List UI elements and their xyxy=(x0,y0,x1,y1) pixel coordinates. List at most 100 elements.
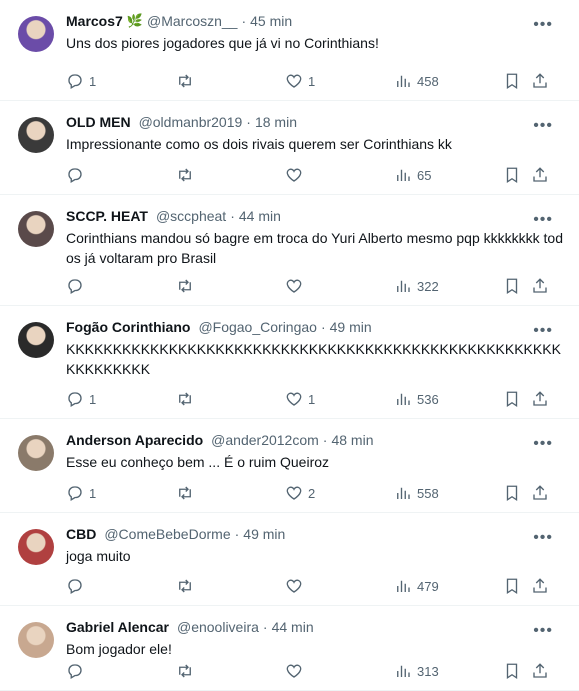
reply-button[interactable]: 1 xyxy=(66,390,96,408)
user-handle[interactable]: @oldmanbr2019 xyxy=(139,113,243,131)
like-button[interactable] xyxy=(285,577,308,595)
bookmark-button[interactable] xyxy=(503,390,521,408)
reply-count: 1 xyxy=(89,73,97,89)
reply-button[interactable] xyxy=(66,577,89,595)
tweet[interactable]: ••• Anderson Aparecido @ander2012com · 4… xyxy=(0,419,579,513)
like-button[interactable] xyxy=(285,662,308,680)
timestamp[interactable]: 44 min xyxy=(239,207,281,225)
avatar[interactable] xyxy=(18,16,54,52)
retweet-icon xyxy=(179,486,191,500)
user-handle[interactable]: @ander2012com xyxy=(211,431,319,449)
display-name[interactable]: Fogão Corinthiano xyxy=(66,318,190,336)
bookmark-icon xyxy=(506,485,518,502)
display-name[interactable]: CBD xyxy=(66,525,96,543)
tweet[interactable]: ••• Marcos7 🌿 @Marcoszn__ · 45 min Uns d… xyxy=(0,0,579,101)
like-button[interactable]: 1 xyxy=(285,390,315,408)
views-button[interactable]: 479 xyxy=(394,577,439,595)
user-handle[interactable]: @ComeBebeDorme xyxy=(104,525,230,543)
more-options-icon[interactable]: ••• xyxy=(533,435,553,453)
tweet[interactable]: ••• Fogão Corinthiano @Fogao_Coringao · … xyxy=(0,306,579,419)
views-button[interactable]: 536 xyxy=(394,390,439,408)
more-options-icon[interactable]: ••• xyxy=(533,16,553,34)
heart-icon xyxy=(286,279,302,293)
views-button[interactable]: 558 xyxy=(394,484,439,502)
bookmark-button[interactable] xyxy=(503,484,521,502)
share-button[interactable] xyxy=(531,577,549,595)
timestamp[interactable]: 45 min xyxy=(250,12,292,30)
retweet-button[interactable] xyxy=(176,662,199,680)
tweet-text: Uns dos piores jogadores que já vi no Co… xyxy=(66,35,379,51)
more-options-icon[interactable]: ••• xyxy=(533,322,553,340)
views-icon xyxy=(397,665,410,677)
heart-icon xyxy=(286,392,302,406)
more-options-icon[interactable]: ••• xyxy=(533,211,553,229)
display-name[interactable]: Marcos7 xyxy=(66,12,123,30)
tweet-text: Corinthians mandou só bagre em troca do … xyxy=(66,230,563,266)
retweet-button[interactable] xyxy=(176,72,199,90)
timestamp[interactable]: 49 min xyxy=(243,525,285,543)
heart-icon xyxy=(286,74,302,88)
tweet[interactable]: ••• SCCP. HEAT @sccpheat · 44 min Corint… xyxy=(0,195,579,306)
share-button[interactable] xyxy=(531,390,549,408)
views-button[interactable]: 458 xyxy=(394,72,439,90)
like-button[interactable] xyxy=(285,166,308,184)
timestamp[interactable]: 48 min xyxy=(331,431,373,449)
share-button[interactable] xyxy=(531,72,549,90)
retweet-button[interactable] xyxy=(176,277,199,295)
retweet-button[interactable] xyxy=(176,390,199,408)
retweet-button[interactable] xyxy=(176,484,199,502)
views-button[interactable]: 313 xyxy=(394,662,439,680)
heart-icon xyxy=(286,486,302,500)
avatar[interactable] xyxy=(18,322,54,358)
bookmark-button[interactable] xyxy=(503,277,521,295)
views-count: 458 xyxy=(417,73,439,89)
user-handle[interactable]: @enooliveira xyxy=(177,618,259,636)
timestamp[interactable]: 18 min xyxy=(255,113,297,131)
timestamp[interactable]: 49 min xyxy=(330,318,372,336)
share-button[interactable] xyxy=(531,484,549,502)
avatar[interactable] xyxy=(18,529,54,565)
user-handle[interactable]: @Fogao_Coringao xyxy=(198,318,317,336)
tweet-actions: 1 1 536 xyxy=(0,390,579,410)
reply-button[interactable]: 1 xyxy=(66,72,96,90)
reply-button[interactable] xyxy=(66,662,89,680)
share-button[interactable] xyxy=(531,277,549,295)
more-options-icon[interactable]: ••• xyxy=(533,529,553,547)
share-button[interactable] xyxy=(531,166,549,184)
reply-button[interactable] xyxy=(66,277,89,295)
tweet[interactable]: ••• OLD MEN @oldmanbr2019 · 18 min Impre… xyxy=(0,101,579,195)
like-button[interactable]: 2 xyxy=(285,484,315,502)
retweet-icon xyxy=(179,664,191,678)
like-button[interactable] xyxy=(285,277,308,295)
avatar[interactable] xyxy=(18,435,54,471)
bookmark-button[interactable] xyxy=(503,72,521,90)
like-count: 1 xyxy=(308,391,316,407)
bookmark-button[interactable] xyxy=(503,577,521,595)
reply-button[interactable]: 1 xyxy=(66,484,96,502)
share-button[interactable] xyxy=(531,662,549,680)
retweet-button[interactable] xyxy=(176,166,199,184)
display-name[interactable]: SCCP. HEAT xyxy=(66,207,148,225)
reply-button[interactable] xyxy=(66,166,89,184)
user-handle[interactable]: @Marcoszn__ xyxy=(147,12,237,30)
retweet-icon xyxy=(179,74,191,88)
like-button[interactable]: 1 xyxy=(285,72,315,90)
more-options-icon[interactable]: ••• xyxy=(533,117,553,135)
avatar[interactable] xyxy=(18,211,54,247)
timestamp[interactable]: 44 min xyxy=(272,618,314,636)
avatar[interactable] xyxy=(18,117,54,153)
user-handle[interactable]: @sccpheat xyxy=(156,207,226,225)
views-button[interactable]: 65 xyxy=(394,166,431,184)
more-options-icon[interactable]: ••• xyxy=(533,622,553,640)
tweet[interactable]: ••• Gabriel Alencar @enooliveira · 44 mi… xyxy=(0,606,579,691)
retweet-button[interactable] xyxy=(176,577,199,595)
display-name[interactable]: OLD MEN xyxy=(66,113,131,131)
avatar[interactable] xyxy=(18,622,54,658)
bookmark-button[interactable] xyxy=(503,166,521,184)
bookmark-button[interactable] xyxy=(503,662,521,680)
display-name[interactable]: Anderson Aparecido xyxy=(66,431,203,449)
display-name[interactable]: Gabriel Alencar xyxy=(66,618,169,636)
views-count: 479 xyxy=(417,578,439,594)
tweet[interactable]: ••• CBD @ComeBebeDorme · 49 min joga mui… xyxy=(0,513,579,606)
views-button[interactable]: 322 xyxy=(394,277,439,295)
